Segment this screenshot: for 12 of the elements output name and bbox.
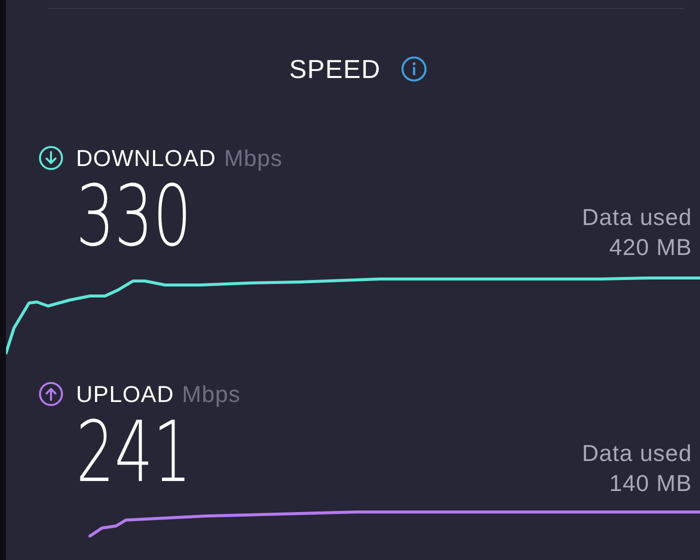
data-used-value: 140 MB: [609, 469, 692, 498]
data-used-label: Data used: [582, 439, 692, 468]
section-title: SPEED: [289, 52, 381, 86]
data-used-label: Data used: [582, 203, 692, 232]
data-used-value: 420 MB: [609, 233, 692, 262]
speed-value: 330: [76, 174, 192, 258]
unit: Mbps: [182, 380, 241, 409]
label: DOWNLOAD: [76, 144, 216, 173]
speed-value: 241: [76, 410, 192, 494]
unit: Mbps: [224, 144, 283, 173]
info-icon[interactable]: [400, 56, 427, 82]
label: UPLOAD: [76, 380, 174, 409]
